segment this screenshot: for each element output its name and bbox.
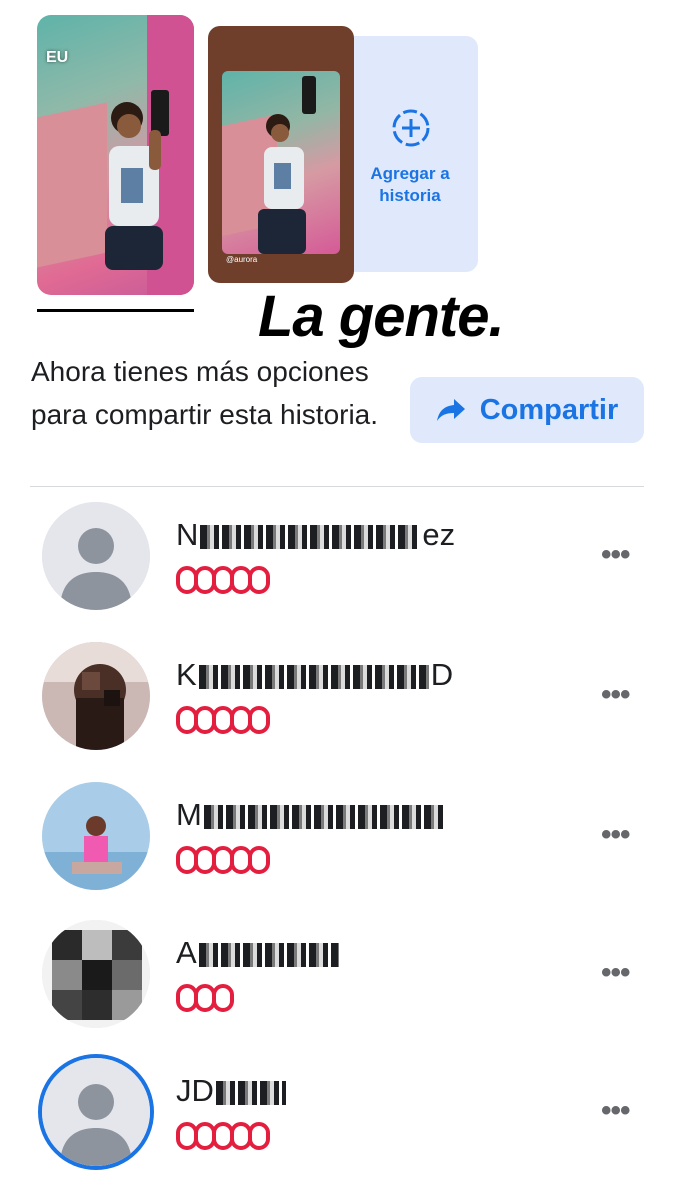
active-tab-indicator (37, 309, 194, 312)
more-options-button[interactable]: ••• (601, 678, 630, 712)
viewer-name-start: M (176, 797, 202, 832)
my-story-label: EU (46, 49, 69, 66)
viewer-row[interactable]: M ••• (0, 780, 674, 910)
reaction-hearts (176, 846, 270, 874)
viewer-name-start: JD (176, 1073, 214, 1108)
avatar[interactable] (42, 1058, 150, 1166)
reaction-hearts (176, 706, 270, 734)
name-redaction (198, 942, 339, 967)
name-redaction (215, 1080, 286, 1105)
reaction-hearts (176, 566, 270, 594)
name-redaction (198, 664, 429, 689)
viewer-row[interactable]: KD ••• (0, 640, 674, 770)
viewer-name[interactable]: A (176, 935, 341, 971)
viewer-row[interactable]: A ••• (0, 918, 674, 1048)
viewer-name-start: A (176, 935, 197, 970)
share-button-label: Compartir (479, 393, 619, 426)
viewer-row[interactable]: JD ••• (0, 1056, 674, 1186)
share-info-text: Ahora tienes más opciones para compartir… (31, 356, 379, 430)
heart-icon (248, 706, 270, 734)
story-preview-photo (222, 71, 340, 254)
name-redaction (200, 524, 421, 549)
share-button[interactable]: Compartir (410, 377, 644, 443)
viewer-name-end: ez (422, 517, 456, 552)
default-avatar-icon (42, 1058, 150, 1166)
viewer-name[interactable]: JD (176, 1073, 288, 1109)
viewer-name-end: D (430, 657, 454, 692)
overlay-title: La gente. (258, 284, 505, 349)
profile-photo (42, 782, 150, 890)
story-photo (105, 90, 169, 270)
divider (30, 486, 644, 487)
avatar[interactable] (42, 920, 150, 1028)
more-options-button[interactable]: ••• (601, 1094, 630, 1128)
add-to-story-label: Agregar a historia (370, 164, 450, 205)
viewer-name-start: K (176, 657, 197, 692)
heart-icon (248, 1122, 270, 1150)
more-options-button[interactable]: ••• (601, 538, 630, 572)
my-story-card[interactable]: EU (37, 15, 194, 295)
viewer-name[interactable]: Nez (176, 517, 455, 553)
reaction-hearts (176, 1122, 270, 1150)
story-preview-card[interactable]: @aurora (208, 26, 354, 283)
heart-icon (248, 846, 270, 874)
avatar[interactable] (42, 642, 150, 750)
more-options-button[interactable]: ••• (601, 818, 630, 852)
viewer-name[interactable]: KD (176, 657, 453, 693)
add-story-icon (392, 109, 430, 147)
story-background (37, 102, 107, 268)
viewer-name-start: N (176, 517, 199, 552)
viewer-row[interactable]: Nez ••• (0, 500, 674, 630)
add-to-story-card[interactable] (340, 36, 478, 272)
reaction-hearts (176, 984, 234, 1012)
avatar[interactable] (42, 502, 150, 610)
default-avatar-icon (42, 502, 150, 610)
share-arrow-icon (436, 399, 465, 421)
more-options-button[interactable]: ••• (601, 956, 630, 990)
viewer-name[interactable]: M (176, 797, 446, 833)
profile-photo (42, 920, 150, 1028)
avatar[interactable] (42, 782, 150, 890)
heart-icon (248, 566, 270, 594)
heart-icon (212, 984, 234, 1012)
profile-photo (42, 642, 150, 750)
name-redaction (203, 804, 444, 829)
story-preview-caption: @aurora (226, 255, 258, 264)
stories-strip: EU Agregar a historia @aurora (0, 0, 674, 330)
